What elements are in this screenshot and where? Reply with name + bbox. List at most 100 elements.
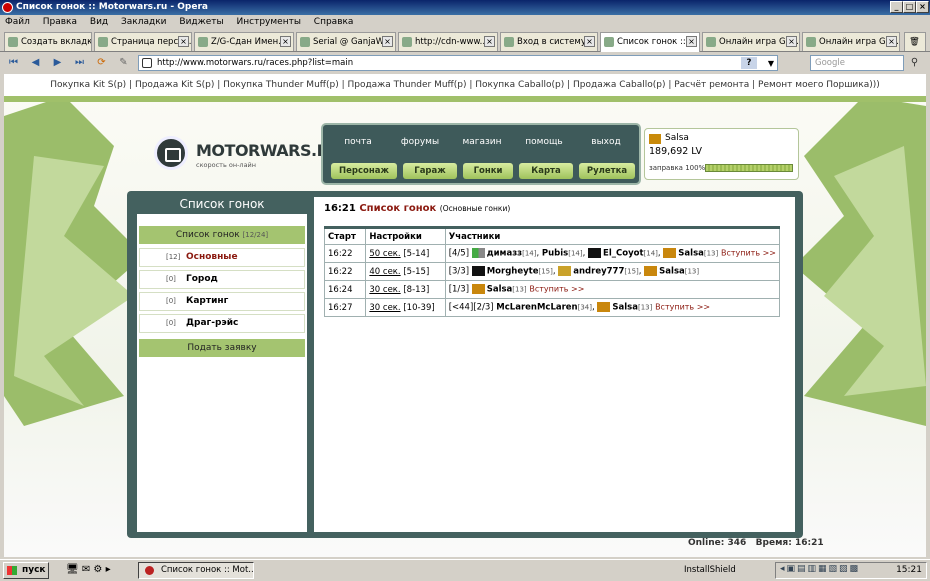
menu-bookmarks[interactable]: Закладки: [116, 15, 172, 30]
url-field[interactable]: http://www.motorwars.ru/races.php?list=m…: [138, 55, 778, 71]
player-level: [13]: [512, 285, 527, 294]
menu-shop[interactable]: магазин: [453, 137, 511, 147]
menu-file[interactable]: Файл: [0, 15, 35, 30]
rewind-icon[interactable]: ⏮: [6, 56, 21, 70]
trash-icon[interactable]: 🗑: [904, 32, 926, 51]
sidebar-item-karting[interactable]: [0] Картинг: [139, 292, 305, 311]
tab-new[interactable]: Создать вкладку: [4, 32, 92, 51]
tab-1[interactable]: Страница персо... ×: [94, 32, 192, 51]
clock: 15:21: [896, 565, 922, 575]
player-name[interactable]: Salsa: [612, 303, 638, 313]
menu-widgets[interactable]: Виджеты: [174, 15, 228, 30]
close-tab-icon[interactable]: ×: [584, 36, 595, 47]
quicklaunch-icons[interactable]: 🖥 ✉ ⚙ ▸: [66, 564, 111, 575]
join-race-link[interactable]: Вступить >>: [655, 303, 710, 312]
player-name[interactable]: Salsa: [487, 285, 513, 295]
back-icon[interactable]: ◀: [28, 56, 43, 70]
player-name[interactable]: Pubis: [542, 249, 568, 259]
close-tab-icon[interactable]: ×: [484, 36, 495, 47]
race-settings: 40 сек. [5-15]: [365, 262, 446, 281]
map-button[interactable]: Карта: [519, 163, 573, 179]
player-name[interactable]: andrey777: [573, 267, 624, 277]
pen-icon[interactable]: ✎: [116, 56, 131, 70]
tab-8[interactable]: Онлайн игра Ga... ×: [802, 32, 900, 51]
player-name[interactable]: Salsa: [659, 267, 685, 277]
system-tray: ◂▣▤▥▦▧▨▩ 15:21: [775, 562, 927, 579]
page-icon: [402, 37, 412, 47]
tab-2[interactable]: Z/G-Сдан Имен... ×: [194, 32, 294, 51]
tab-5[interactable]: Вход в систему ×: [500, 32, 598, 51]
player-name[interactable]: El_Coyot: [603, 249, 644, 259]
close-tab-icon[interactable]: ×: [786, 36, 797, 47]
car-icon: [471, 248, 485, 259]
race-duration-link[interactable]: 30 сек.: [369, 285, 400, 295]
race-participants: [3/3] Morgheyte[15], andrey777[15], Sals…: [444, 262, 781, 281]
player-name[interactable]: Morgheyte: [487, 267, 539, 277]
search-input[interactable]: Google: [810, 55, 904, 71]
sidebar-item-drag[interactable]: [0] Драг-рэйс: [139, 314, 305, 333]
close-tab-icon[interactable]: ×: [886, 36, 897, 47]
race-duration-link[interactable]: 40 сек.: [369, 267, 400, 277]
tray-icons[interactable]: ◂▣▤▥▦▧▨▩: [780, 564, 860, 574]
status-footer: Online: 346 Время: 16:21: [688, 538, 824, 548]
table-row: 16:22 40 сек. [5-15] [3/3] Morgheyte[15], …: [323, 262, 781, 281]
tab-4[interactable]: http://cdn-www... ×: [398, 32, 498, 51]
leaf-icon: [806, 37, 816, 47]
column-start: Старт: [323, 226, 367, 245]
player-level: [14]: [643, 249, 658, 258]
maximize-button[interactable]: □: [903, 1, 916, 13]
race-duration-link[interactable]: 30 сек.: [369, 303, 400, 313]
car-icon: [663, 248, 677, 259]
tab-3[interactable]: Serial @ GanjaW... ×: [296, 32, 396, 51]
races-button[interactable]: Гонки: [463, 163, 513, 179]
menu-tools[interactable]: Инструменты: [232, 15, 306, 30]
close-button[interactable]: ×: [916, 1, 929, 13]
join-race-link[interactable]: Вступить >>: [721, 249, 776, 258]
sidebar-title: Список гонок: [179, 197, 265, 211]
tab-bar: Создать вкладку Страница персо... × Z/G-С…: [0, 30, 930, 52]
installshield-label[interactable]: InstallShield: [684, 560, 736, 581]
tab-active[interactable]: Список гонок ::... ×: [600, 32, 700, 52]
close-tab-icon[interactable]: ×: [382, 36, 393, 47]
chevron-down-icon[interactable]: ▼: [768, 57, 774, 71]
car-icon: [644, 266, 658, 277]
help-icon[interactable]: ?: [741, 57, 757, 69]
close-tab-icon[interactable]: ×: [178, 36, 189, 47]
roulette-button[interactable]: Рулетка: [579, 163, 635, 179]
forward-icon[interactable]: ▶: [50, 56, 65, 70]
garage-button[interactable]: Гараж: [403, 163, 457, 179]
character-button[interactable]: Персонаж: [331, 163, 397, 179]
join-race-link[interactable]: Вступить >>: [529, 285, 584, 294]
menu-mail[interactable]: почта: [329, 137, 387, 147]
menu-forums[interactable]: форумы: [391, 137, 449, 147]
menu-view[interactable]: Вид: [85, 15, 113, 30]
close-tab-icon[interactable]: ×: [686, 36, 697, 47]
sidebar-item-city[interactable]: [0] Город: [139, 270, 305, 289]
player-name[interactable]: димазз: [487, 249, 522, 259]
close-tab-icon[interactable]: ×: [280, 36, 291, 47]
submit-request-button[interactable]: Подать заявку: [139, 339, 305, 357]
player-name[interactable]: Salsa: [678, 249, 704, 259]
user-name[interactable]: Salsa: [665, 133, 689, 143]
race-start: 16:22: [323, 244, 367, 263]
taskbar-item-opera[interactable]: Список гонок :: Mot...: [138, 562, 254, 579]
menu-help-link[interactable]: помощь: [515, 137, 573, 147]
sidebar-header[interactable]: Список гонок [12/24]: [139, 226, 305, 244]
menu-edit[interactable]: Правка: [38, 15, 82, 30]
minimize-button[interactable]: _: [890, 1, 903, 13]
races-heading: 16:21 Список гонок (Основные гонки): [324, 203, 511, 214]
player-level: [15]: [624, 267, 639, 276]
sidebar-item-main[interactable]: [12] Основные: [139, 248, 305, 267]
start-button[interactable]: пуск: [3, 562, 49, 579]
tab-7[interactable]: Онлайн игра Ga... ×: [702, 32, 800, 51]
menu-logout[interactable]: выход: [577, 137, 635, 147]
search-icon[interactable]: ⚲: [907, 56, 922, 70]
race-start: 16:24: [323, 280, 367, 299]
race-duration-link[interactable]: 50 сек.: [369, 249, 400, 259]
player-level: [13]: [703, 249, 719, 258]
player-name[interactable]: McLarenMcLaren: [496, 303, 577, 313]
fast-forward-icon[interactable]: ⏭: [72, 56, 87, 70]
reload-icon[interactable]: ⟳: [94, 56, 109, 70]
top-links[interactable]: Покупка Kit S(p) | Продажа Kit S(p) | По…: [4, 74, 926, 96]
menu-help[interactable]: Справка: [309, 15, 359, 30]
